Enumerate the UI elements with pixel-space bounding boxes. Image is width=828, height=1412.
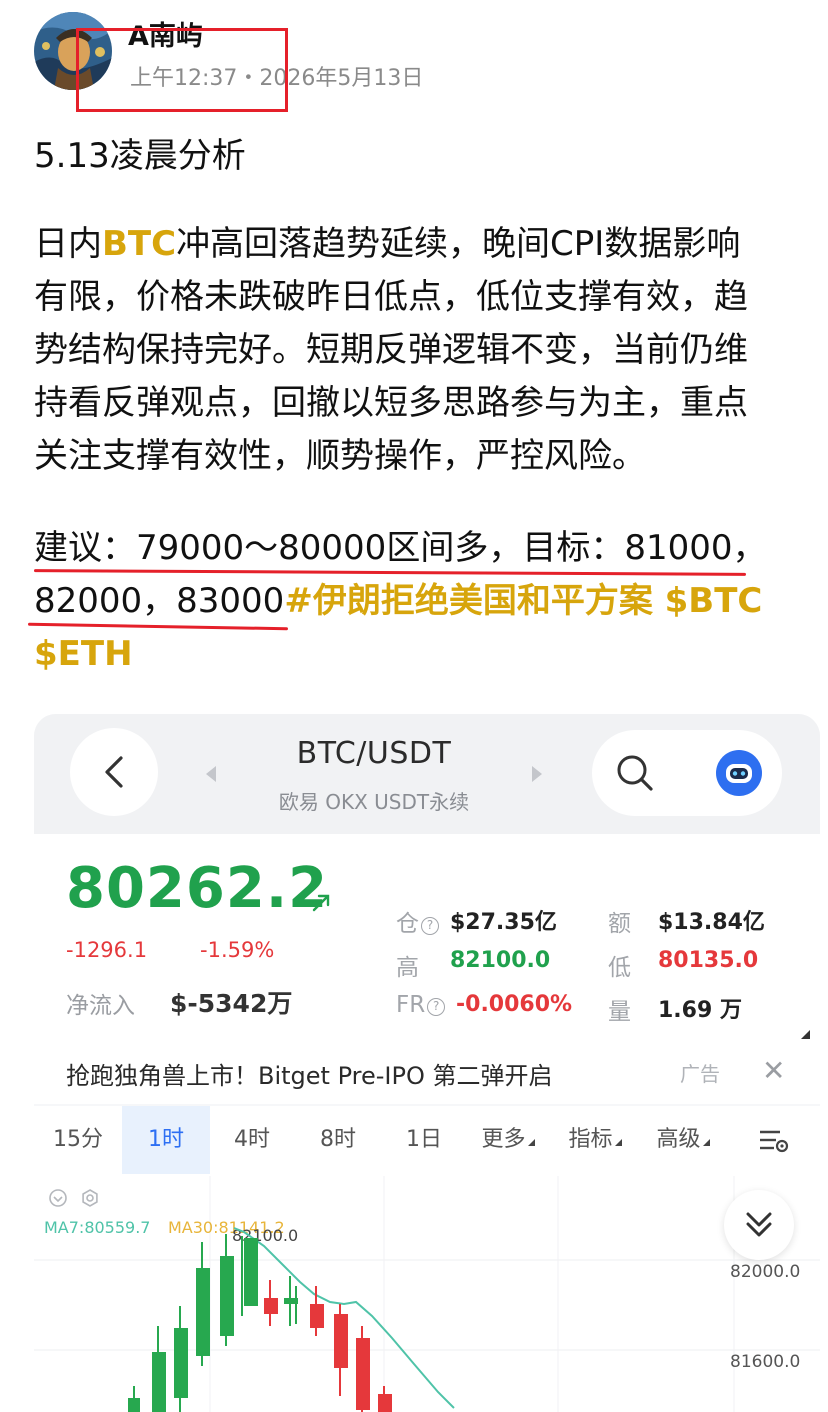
interval-tabs: 15分 1时 4时 8时 1日 更多 指标 高级 [34,1106,820,1176]
ticker-panel: 80262.2 -1296.1 -1.59% 净流入 $-5342万 仓? $2… [34,834,820,1104]
netflow-value: $-5342万 [170,989,293,1018]
quantity-label: 量 [608,999,631,1025]
bearish-candles [264,1280,392,1412]
body-line-3: 势结构保持完好。短期反弹逻辑不变，当前仍维 [34,330,748,370]
funding-rate-value: -0.0060% [456,992,573,1017]
trading-app-screenshot[interactable]: BTC/USDT 欧易 OKX USDT永续 80262.2 -1296.1 -… [34,714,820,1412]
app-navbar: BTC/USDT 欧易 OKX USDT永续 [34,714,820,834]
pair-title[interactable]: BTC/USDT [234,736,514,771]
close-icon[interactable]: ✕ [762,1054,785,1087]
amount-label: 额 [608,911,631,937]
amount-value: $13.84亿 [658,910,765,935]
expand-corner-icon[interactable] [801,1030,810,1039]
tab-8h[interactable]: 8时 [296,1106,380,1174]
tab-advanced[interactable]: 高级 [640,1106,726,1174]
info-icon: ? [421,917,439,935]
tab-1h[interactable]: 1时 [122,1106,210,1174]
post-body: 日内BTC冲高回落趋势延续，晚间CPI数据影响 有限，价格未跌破昨日低点，低位支… [34,218,798,483]
tab-indicators[interactable]: 指标 [552,1106,638,1174]
tab-more[interactable]: 更多 [466,1106,550,1174]
high-label: 高 [396,955,419,981]
eth-tag-link[interactable]: $ETH [34,628,798,681]
chart-settings-icon[interactable] [758,1128,790,1154]
annotation-red-box [76,28,288,112]
search-icon[interactable] [614,752,656,794]
suggest-line-1: 建议：79000～80000区间多，目标：81000， [34,528,767,568]
body-line-2: 有限，价格未跌破昨日低点，低位支撑有效，趋 [34,277,748,317]
chevron-left-icon [105,756,123,788]
body-line-5: 关注支撑有效性，顺势操作，严控风险。 [34,436,646,476]
last-price: 80262.2 [66,856,329,921]
candlestick-chart[interactable]: MA7:80559.7 MA30:81141.2 82100.0 82000.0… [34,1176,820,1412]
bullish-candles [128,1234,298,1412]
tab-1d[interactable]: 1日 [384,1106,464,1174]
low-label: 低 [608,955,631,981]
high-value: 82100.0 [450,948,551,973]
change-absolute: -1296.1 [66,938,148,962]
trend-arrow-icon [312,894,330,912]
tab-4h[interactable]: 4时 [210,1106,294,1174]
post-subtitle: 5.13凌晨分析 [34,136,246,176]
hashtag-links[interactable]: #伊朗拒绝美国和平方案 $BTC [284,581,762,621]
dropdown-icon [702,1139,710,1146]
ad-label: 广告 [680,1062,720,1086]
oi-value: $27.35亿 [450,910,557,935]
candles-layer [128,1227,455,1412]
btc-highlight[interactable]: BTC [102,224,176,264]
next-pair-icon[interactable] [532,766,542,782]
exchange-subtitle: 欧易 OKX USDT永续 [278,790,470,814]
low-value: 80135.0 [658,948,759,973]
suggest-line-2: 82000，83000#伊朗拒绝美国和平方案 $BTC [34,581,763,621]
body-line-4: 持看反弹观点，回撤以短多思路参与为主，重点 [34,383,748,423]
change-percent: -1.59% [200,938,275,962]
back-button[interactable] [70,728,158,816]
funding-rate-label: FR? [396,992,446,1018]
body-line-1: 日内BTC冲高回落趋势延续，晚间CPI数据影响 [34,224,741,264]
dropdown-icon [527,1139,535,1146]
nav-actions [592,730,782,816]
ad-banner-text[interactable]: 抢跑独角兽上市！Bitget Pre-IPO 第二弹开启 [66,1056,552,1091]
oi-label: 仓? [396,904,439,938]
prev-pair-icon[interactable] [206,766,216,782]
post-suggestion: 建议：79000～80000区间多，目标：81000， 82000，83000#… [34,522,798,681]
info-icon: ? [427,998,446,1016]
tab-15m[interactable]: 15分 [34,1106,122,1174]
netflow-label: 净流入 [66,993,135,1019]
quantity-value: 1.69 万 [658,998,742,1023]
ai-assistant-icon[interactable] [716,750,762,796]
dropdown-icon [614,1139,622,1146]
